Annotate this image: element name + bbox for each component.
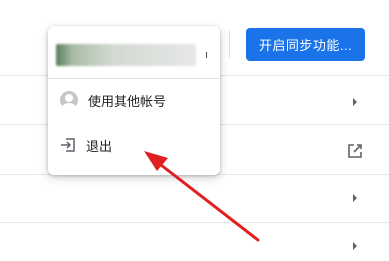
row-divider [0,222,389,223]
header-separator [229,30,230,58]
account-name [56,44,196,66]
turn-on-sync-button[interactable]: 开启同步功能... [246,28,365,61]
account-name-suffix: ı [205,48,209,61]
chevron-right-icon[interactable] [349,96,361,108]
account-circle-icon [60,91,78,109]
sign-out-label: 退出 [86,139,113,155]
use-another-account-label: 使用其他帐号 [88,94,167,110]
use-another-account-item[interactable]: 使用其他帐号 [48,82,220,118]
profile-menu: ı 使用其他帐号 退出 [48,26,220,175]
external-link-icon[interactable] [346,142,364,160]
sign-out-item[interactable]: 退出 [48,127,220,163]
menu-divider [48,78,220,79]
current-account-row[interactable]: ı [48,32,220,72]
chevron-right-icon[interactable] [349,240,361,252]
chevron-right-icon[interactable] [349,192,361,204]
logout-icon [61,138,75,152]
